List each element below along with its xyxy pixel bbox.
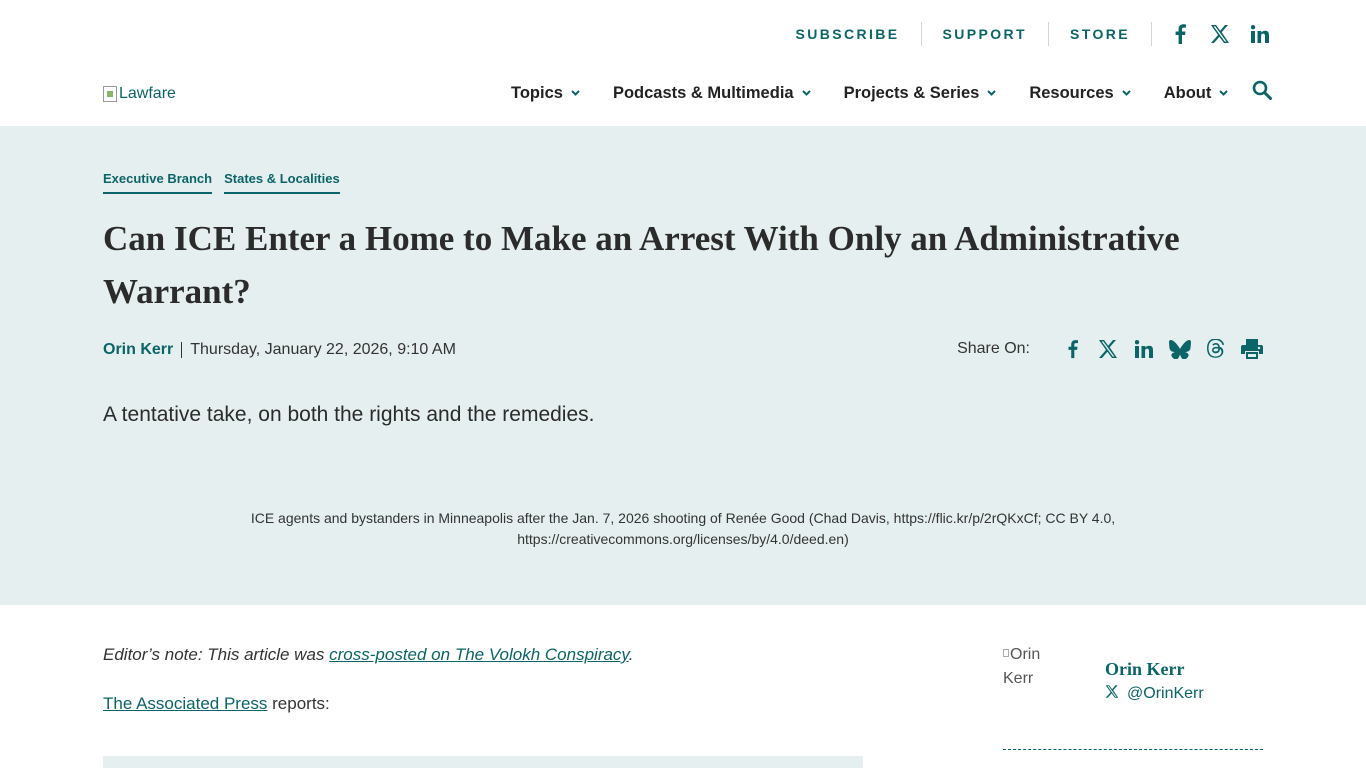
nav-podcasts-multimedia[interactable]: Podcasts & Multimedia <box>613 84 812 103</box>
nav-label: Topics <box>511 83 563 102</box>
byline-divider <box>181 342 183 358</box>
chevron-down-icon <box>801 88 812 98</box>
sidebar-author-name[interactable]: Orin Kerr <box>1105 659 1184 680</box>
article-title: Can ICE Enter a Home to Make an Arrest W… <box>103 219 1180 311</box>
editor-note-prefix: Editor’s note: This article was <box>103 645 330 664</box>
nav-label: About <box>1163 83 1212 102</box>
author-link[interactable]: Orin Kerr <box>103 341 173 359</box>
editor-note-suffix: . <box>628 645 634 664</box>
blockquote <box>103 756 863 768</box>
search-icon[interactable] <box>1252 80 1272 100</box>
subscribe-link[interactable]: SUBSCRIBE <box>774 22 920 46</box>
share-bar: Share On: <box>957 337 1264 361</box>
broken-image-icon <box>1003 649 1009 657</box>
facebook-icon[interactable] <box>1168 22 1192 46</box>
x-icon <box>1105 685 1119 703</box>
nav-label: Resources <box>1029 83 1114 102</box>
logo-alt-text: Lawfare <box>119 85 176 102</box>
utility-nav: SUBSCRIBE SUPPORT STORE <box>774 20 1272 48</box>
tag-executive-branch[interactable]: Executive Branch <box>103 171 213 194</box>
avatar: Orin Kerr <box>1003 643 1073 713</box>
support-link[interactable]: SUPPORT <box>922 22 1048 46</box>
image-caption: ICE agents and bystanders in Minneapolis… <box>250 510 1116 547</box>
nav-projects-series[interactable]: Projects & Series <box>844 84 998 103</box>
site-logo[interactable]: Lawfare <box>103 84 176 104</box>
share-label: Share On: <box>957 340 1030 357</box>
article-body: Editor’s note: This article was cross-po… <box>103 643 863 741</box>
ap-paragraph: The Associated Press reports: <box>103 692 863 716</box>
bluesky-icon[interactable] <box>1168 337 1192 361</box>
linkedin-icon[interactable] <box>1132 337 1156 361</box>
tag-states-localities[interactable]: States & Localities <box>224 171 340 194</box>
topic-tags: Executive Branch States & Localities <box>103 171 340 194</box>
utility-divider <box>1151 22 1152 46</box>
chevron-down-icon <box>1122 88 1132 98</box>
threads-icon[interactable] <box>1204 337 1228 361</box>
nav-topics[interactable]: Topics <box>511 84 581 103</box>
nav-resources[interactable]: Resources <box>1029 84 1131 103</box>
facebook-icon[interactable] <box>1060 337 1084 361</box>
editor-note: Editor’s note: This article was cross-po… <box>103 643 863 667</box>
print-icon[interactable] <box>1240 337 1264 361</box>
nav-label: Podcasts & Multimedia <box>612 83 794 102</box>
ap-suffix: reports: <box>267 694 330 713</box>
x-icon[interactable] <box>1208 22 1232 46</box>
byline: Orin Kerr Thursday, January 22, 2026, 9:… <box>103 341 456 359</box>
chevron-down-icon <box>987 88 997 98</box>
site-header: SUBSCRIBE SUPPORT STORE Lawfare Topics P… <box>0 0 1366 126</box>
article-hero: Executive Branch States & Localities Can… <box>0 126 1366 605</box>
main-nav: Topics Podcasts & Multimedia Projects & … <box>511 82 1261 104</box>
sidebar-x-handle[interactable]: @OrinKerr <box>1105 685 1204 703</box>
publish-date: Thursday, January 22, 2026, 9:10 AM <box>190 341 456 358</box>
nav-label: Projects & Series <box>843 83 980 102</box>
sidebar-divider <box>1003 749 1263 750</box>
ap-link[interactable]: The Associated Press <box>103 694 267 713</box>
chevron-down-icon <box>1219 88 1229 98</box>
article-dek: A tentative take, on both the rights and… <box>103 403 595 426</box>
header-social-links <box>1168 22 1272 46</box>
chevron-down-icon <box>571 88 581 98</box>
broken-image-icon <box>103 86 117 102</box>
x-handle-text: @OrinKerr <box>1127 685 1204 702</box>
nav-about[interactable]: About <box>1164 84 1230 103</box>
volokh-crosspost-link[interactable]: cross-posted on The Volokh Conspiracy <box>329 645 629 664</box>
x-icon[interactable] <box>1096 337 1120 361</box>
linkedin-icon[interactable] <box>1248 22 1272 46</box>
store-link[interactable]: STORE <box>1049 22 1151 46</box>
